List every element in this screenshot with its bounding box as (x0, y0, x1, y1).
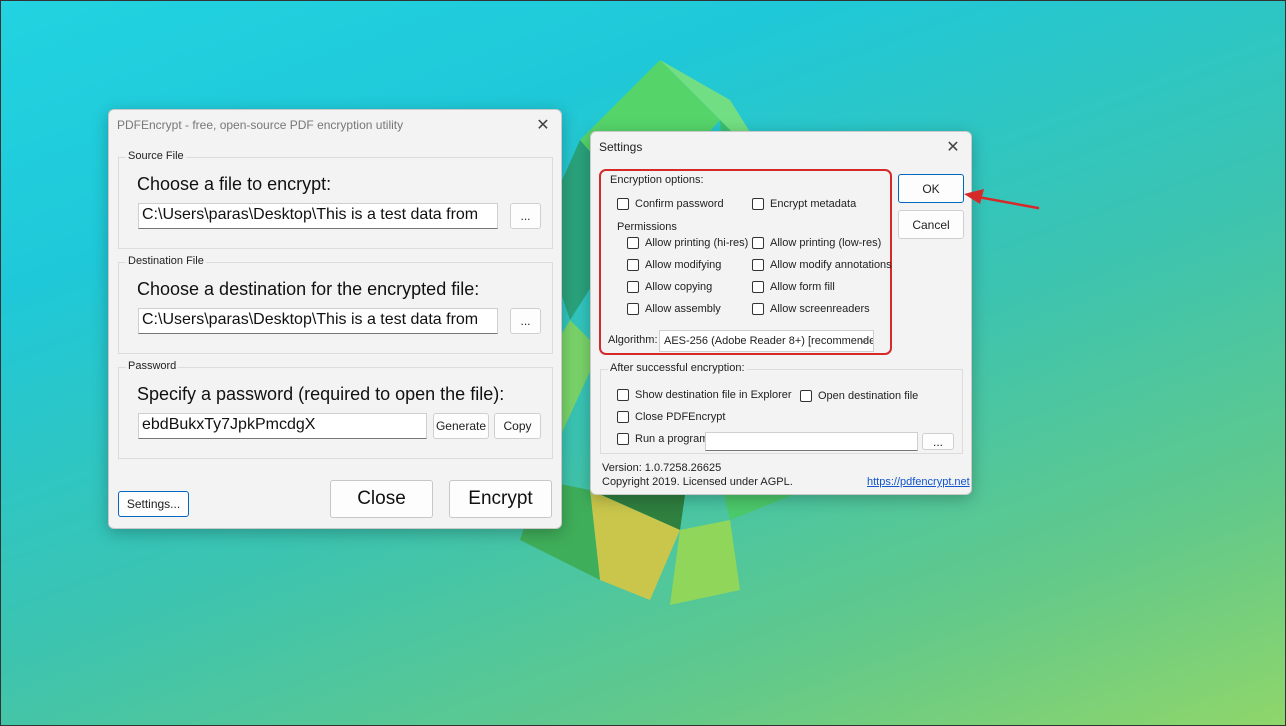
checkbox-box[interactable] (627, 237, 639, 249)
allow-printing-lowres-label: Allow printing (low-res) (770, 237, 882, 249)
checkbox-box[interactable] (617, 433, 629, 445)
destination-file-prompt: Choose a destination for the encrypted f… (137, 279, 480, 299)
copy-button[interactable]: Copy (494, 413, 541, 439)
main-window-title: PDFEncrypt - free, open-source PDF encry… (117, 118, 404, 132)
source-file-path-input[interactable]: C:\Users\paras\Desktop\This is a test da… (138, 203, 498, 229)
destination-browse-button[interactable]: ... (510, 308, 541, 334)
run-program-input[interactable] (705, 432, 918, 451)
allow-printing-lowres-checkbox[interactable]: Allow printing (low-res) (752, 237, 881, 249)
allow-copying-checkbox[interactable]: Allow copying (627, 281, 712, 293)
allow-modify-annotations-label: Allow modify annotations (770, 259, 892, 271)
chevron-down-icon: ⌵ (859, 334, 868, 346)
show-destination-checkbox[interactable]: Show destination file in Explorer (617, 389, 792, 401)
settings-title: Settings (599, 140, 643, 154)
open-destination-label: Open destination file (818, 390, 919, 402)
main-titlebar: PDFEncrypt - free, open-source PDF encry… (109, 110, 561, 140)
allow-screenreaders-label: Allow screenreaders (770, 303, 870, 315)
checkbox-box[interactable] (617, 411, 629, 423)
open-destination-checkbox[interactable]: Open destination file (800, 390, 918, 402)
encrypt-metadata-label: Encrypt metadata (770, 198, 857, 210)
checkbox-box[interactable] (627, 303, 639, 315)
allow-screenreaders-checkbox[interactable]: Allow screenreaders (752, 303, 870, 315)
after-encryption-group: After successful encryption: Show destin… (600, 362, 963, 454)
password-input[interactable]: ebdBukxTy7JpkPmcdgX (138, 413, 427, 439)
settings-dialog: Settings ✕ Encryption options: Confirm p… (590, 131, 972, 495)
destination-file-group: Destination File Choose a destination fo… (118, 255, 553, 354)
settings-titlebar: Settings ✕ (591, 132, 971, 162)
close-pdfencrypt-checkbox[interactable]: Close PDFEncrypt (617, 411, 725, 423)
source-file-group: Source File Choose a file to encrypt: C:… (118, 150, 553, 249)
allow-form-fill-label: Allow form fill (770, 281, 835, 293)
destination-file-group-label: Destination File (126, 255, 206, 267)
settings-button[interactable]: Settings... (118, 491, 189, 517)
generate-button[interactable]: Generate (433, 413, 489, 439)
destination-file-path-input[interactable]: C:\Users\paras\Desktop\This is a test da… (138, 308, 498, 334)
password-group: Password Specify a password (required to… (118, 360, 553, 459)
run-program-browse-button[interactable]: ... (922, 433, 954, 450)
checkbox-box[interactable] (800, 390, 812, 402)
close-icon[interactable]: ✕ (533, 115, 553, 135)
close-icon[interactable]: ✕ (943, 137, 963, 157)
password-group-label: Password (126, 360, 179, 372)
allow-assembly-checkbox[interactable]: Allow assembly (627, 303, 721, 315)
run-program-label: Run a program: (635, 433, 712, 445)
allow-modify-annotations-checkbox[interactable]: Allow modify annotations (752, 259, 892, 271)
allow-form-fill-checkbox[interactable]: Allow form fill (752, 281, 835, 293)
checkbox-box[interactable] (752, 259, 764, 271)
ok-button[interactable]: OK (898, 174, 964, 203)
run-program-checkbox[interactable]: Run a program: (617, 433, 711, 445)
encrypt-metadata-checkbox[interactable]: Encrypt metadata (752, 198, 856, 210)
close-pdfencrypt-label: Close PDFEncrypt (635, 411, 726, 423)
version-text: Version: 1.0.7258.26625 (602, 462, 722, 474)
allow-copying-label: Allow copying (645, 281, 713, 293)
encrypt-button[interactable]: Encrypt (449, 480, 552, 518)
encryption-options-label: Encryption options: (610, 174, 704, 186)
after-encryption-label: After successful encryption: (608, 362, 747, 374)
source-file-prompt: Choose a file to encrypt: (137, 174, 332, 194)
copyright-text: Copyright 2019. Licensed under AGPL. (602, 476, 793, 488)
algorithm-selected-value: AES-256 (Adobe Reader 8+) [recommended] (664, 335, 874, 347)
pdfencrypt-main-window: PDFEncrypt - free, open-source PDF encry… (108, 109, 562, 529)
source-file-group-label: Source File (126, 150, 186, 162)
algorithm-select[interactable]: AES-256 (Adobe Reader 8+) [recommended] … (659, 330, 874, 352)
password-prompt: Specify a password (required to open the… (137, 384, 505, 404)
allow-modifying-label: Allow modifying (645, 259, 722, 271)
website-link[interactable]: https://pdfencrypt.net (867, 476, 970, 488)
checkbox-box[interactable] (752, 303, 764, 315)
allow-printing-hires-label: Allow printing (hi-res) (645, 237, 749, 249)
checkbox-box[interactable] (752, 198, 764, 210)
algorithm-label: Algorithm: (608, 334, 658, 346)
red-arrow-icon (964, 189, 1040, 210)
close-button[interactable]: Close (330, 480, 433, 518)
allow-assembly-label: Allow assembly (645, 303, 721, 315)
checkbox-box[interactable] (752, 281, 764, 293)
allow-modifying-checkbox[interactable]: Allow modifying (627, 259, 721, 271)
checkbox-box[interactable] (627, 259, 639, 271)
checkbox-box[interactable] (617, 389, 629, 401)
checkbox-box[interactable] (752, 237, 764, 249)
source-browse-button[interactable]: ... (510, 203, 541, 229)
cancel-button[interactable]: Cancel (898, 210, 964, 239)
allow-printing-hires-checkbox[interactable]: Allow printing (hi-res) (627, 237, 748, 249)
confirm-password-checkbox[interactable]: Confirm password (617, 198, 724, 210)
show-destination-label: Show destination file in Explorer (635, 389, 792, 401)
checkbox-box[interactable] (627, 281, 639, 293)
permissions-label: Permissions (617, 221, 677, 233)
confirm-password-label: Confirm password (635, 198, 724, 210)
checkbox-box[interactable] (617, 198, 629, 210)
